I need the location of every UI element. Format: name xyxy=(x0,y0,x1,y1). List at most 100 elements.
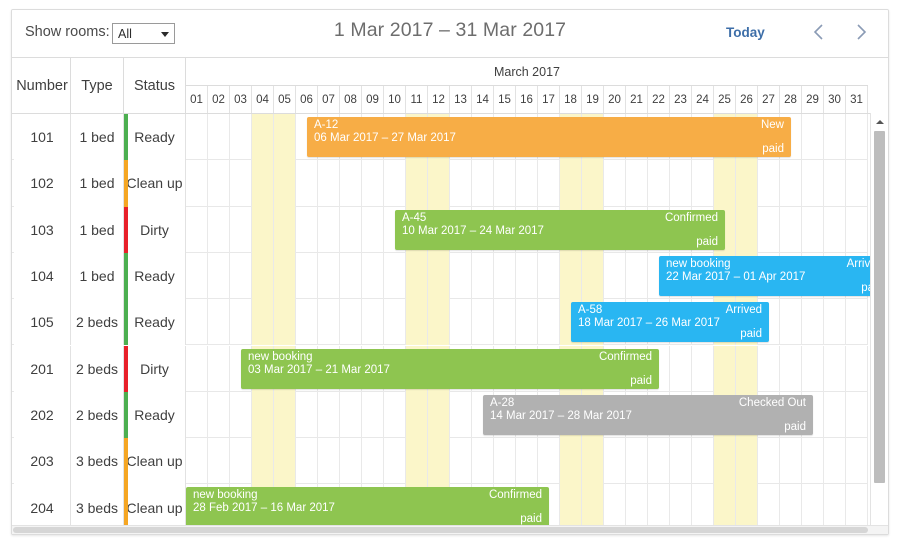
timeline-cell-14[interactable] xyxy=(472,252,494,300)
timeline-cell-03[interactable] xyxy=(230,160,252,207)
timeline-cell-07[interactable] xyxy=(318,391,340,439)
timeline-cell-07[interactable] xyxy=(318,206,340,253)
timeline-cell-05[interactable] xyxy=(274,206,296,253)
timeline-cell-02[interactable] xyxy=(208,299,230,346)
timeline-cell-11[interactable] xyxy=(406,252,428,300)
room-number-cell[interactable]: 103 xyxy=(14,206,71,253)
timeline-cell-20[interactable] xyxy=(604,160,626,207)
timeline-cell-09[interactable] xyxy=(362,206,384,253)
timeline-cell-29[interactable] xyxy=(802,484,824,531)
timeline-cell-21[interactable] xyxy=(626,252,648,300)
timeline-cell-28[interactable] xyxy=(780,345,802,392)
booking-bar[interactable]: A-12 06 Mar 2017 – 27 Mar 2017 New paid xyxy=(307,117,791,157)
room-number-cell[interactable]: 203 xyxy=(14,438,71,485)
timeline-cell-09[interactable] xyxy=(362,438,384,485)
timeline-cell-28[interactable] xyxy=(780,484,802,531)
timeline-cell-09[interactable] xyxy=(362,299,384,346)
timeline-cell-01[interactable] xyxy=(186,114,208,161)
timeline-cell-31[interactable] xyxy=(846,114,868,161)
timeline-cell-24[interactable] xyxy=(692,438,714,485)
timeline-cell-24[interactable] xyxy=(692,484,714,531)
timeline-cell-31[interactable] xyxy=(846,438,868,485)
timeline-cell-18[interactable] xyxy=(560,484,582,531)
timeline-cell-25[interactable] xyxy=(714,484,736,531)
timeline-cell-15[interactable] xyxy=(494,160,516,207)
timeline-cell-13[interactable] xyxy=(450,438,472,485)
timeline-cell-02[interactable] xyxy=(208,206,230,253)
timeline-cell-19[interactable] xyxy=(582,160,604,207)
timeline-cell-30[interactable] xyxy=(824,484,846,531)
booking-bar[interactable]: new booking 28 Feb 2017 – 16 Mar 2017 Conf… xyxy=(186,487,549,528)
timeline-cell-15[interactable] xyxy=(494,438,516,485)
timeline-cell-10[interactable] xyxy=(384,160,406,207)
timeline-cell-04[interactable] xyxy=(252,206,274,253)
timeline-cell-03[interactable] xyxy=(230,206,252,253)
timeline-cell-21[interactable] xyxy=(626,484,648,531)
timeline-cell-29[interactable] xyxy=(802,206,824,253)
timeline-cell-29[interactable] xyxy=(802,299,824,346)
timeline-cell-31[interactable] xyxy=(846,299,868,346)
timeline-cell-26[interactable] xyxy=(736,160,758,207)
timeline-cell-19[interactable] xyxy=(582,484,604,531)
timeline-cell-27[interactable] xyxy=(758,206,780,253)
timeline-cell-02[interactable] xyxy=(208,114,230,161)
timeline-cell-29[interactable] xyxy=(802,345,824,392)
timeline-cell-11[interactable] xyxy=(406,299,428,346)
timeline-cell-28[interactable] xyxy=(780,299,802,346)
room-number-cell[interactable]: 105 xyxy=(14,299,71,346)
today-button[interactable]: Today xyxy=(726,25,765,40)
timeline-cell-10[interactable] xyxy=(384,391,406,439)
timeline-cell-30[interactable] xyxy=(824,299,846,346)
timeline-cell-04[interactable] xyxy=(252,391,274,439)
timeline-cell-12[interactable] xyxy=(428,438,450,485)
timeline-cell-30[interactable] xyxy=(824,345,846,392)
room-number-cell[interactable]: 202 xyxy=(14,391,71,439)
timeline-cell-07[interactable] xyxy=(318,160,340,207)
room-number-cell[interactable]: 102 xyxy=(14,160,71,207)
timeline-cell-08[interactable] xyxy=(340,299,362,346)
timeline-cell-29[interactable] xyxy=(802,160,824,207)
timeline-cell-16[interactable] xyxy=(516,438,538,485)
timeline-cell-01[interactable] xyxy=(186,391,208,439)
booking-bar[interactable]: new booking 03 Mar 2017 – 21 Mar 2017 Conf… xyxy=(241,348,659,389)
timeline-cell-25[interactable] xyxy=(714,438,736,485)
timeline-cell-03[interactable] xyxy=(230,438,252,485)
booking-bar[interactable]: A-45 10 Mar 2017 – 24 Mar 2017 Confirmed pa… xyxy=(395,209,725,250)
timeline-cell-01[interactable] xyxy=(186,160,208,207)
timeline-cell-07[interactable] xyxy=(318,438,340,485)
timeline-cell-20[interactable] xyxy=(604,252,626,300)
timeline-cell-23[interactable] xyxy=(670,345,692,392)
booking-bar[interactable]: new booking 22 Mar 2017 – 01 Apr 2017 Arri… xyxy=(659,255,888,296)
timeline-cell-09[interactable] xyxy=(362,252,384,300)
vertical-scrollbar-thumb[interactable] xyxy=(874,131,885,483)
timeline-cell-08[interactable] xyxy=(340,206,362,253)
timeline-cell-27[interactable] xyxy=(758,345,780,392)
timeline-cell-26[interactable] xyxy=(736,206,758,253)
timeline-cell-29[interactable] xyxy=(802,438,824,485)
timeline-cell-01[interactable] xyxy=(186,206,208,253)
timeline-cell-22[interactable] xyxy=(648,438,670,485)
timeline-cell-30[interactable] xyxy=(824,160,846,207)
timeline-cell-06[interactable] xyxy=(296,391,318,439)
timeline-cell-31[interactable] xyxy=(846,391,868,439)
timeline-cell-04[interactable] xyxy=(252,299,274,346)
vertical-scrollbar[interactable] xyxy=(870,113,888,534)
timeline-cell-24[interactable] xyxy=(692,345,714,392)
timeline-cell-06[interactable] xyxy=(296,160,318,207)
timeline-cell-30[interactable] xyxy=(824,438,846,485)
timeline-cell-12[interactable] xyxy=(428,391,450,439)
timeline-cell-13[interactable] xyxy=(450,391,472,439)
timeline-cell-17[interactable] xyxy=(538,438,560,485)
timeline-cell-22[interactable] xyxy=(648,484,670,531)
timeline-cell-03[interactable] xyxy=(230,391,252,439)
timeline-cell-14[interactable] xyxy=(472,438,494,485)
timeline-cell-01[interactable] xyxy=(186,299,208,346)
timeline-cell-10[interactable] xyxy=(384,299,406,346)
timeline-cell-06[interactable] xyxy=(296,206,318,253)
timeline-cell-09[interactable] xyxy=(362,160,384,207)
timeline-cell-23[interactable] xyxy=(670,438,692,485)
room-number-cell[interactable]: 201 xyxy=(14,345,71,392)
timeline-cell-19[interactable] xyxy=(582,252,604,300)
timeline-cell-30[interactable] xyxy=(824,391,846,439)
timeline-cell-15[interactable] xyxy=(494,252,516,300)
